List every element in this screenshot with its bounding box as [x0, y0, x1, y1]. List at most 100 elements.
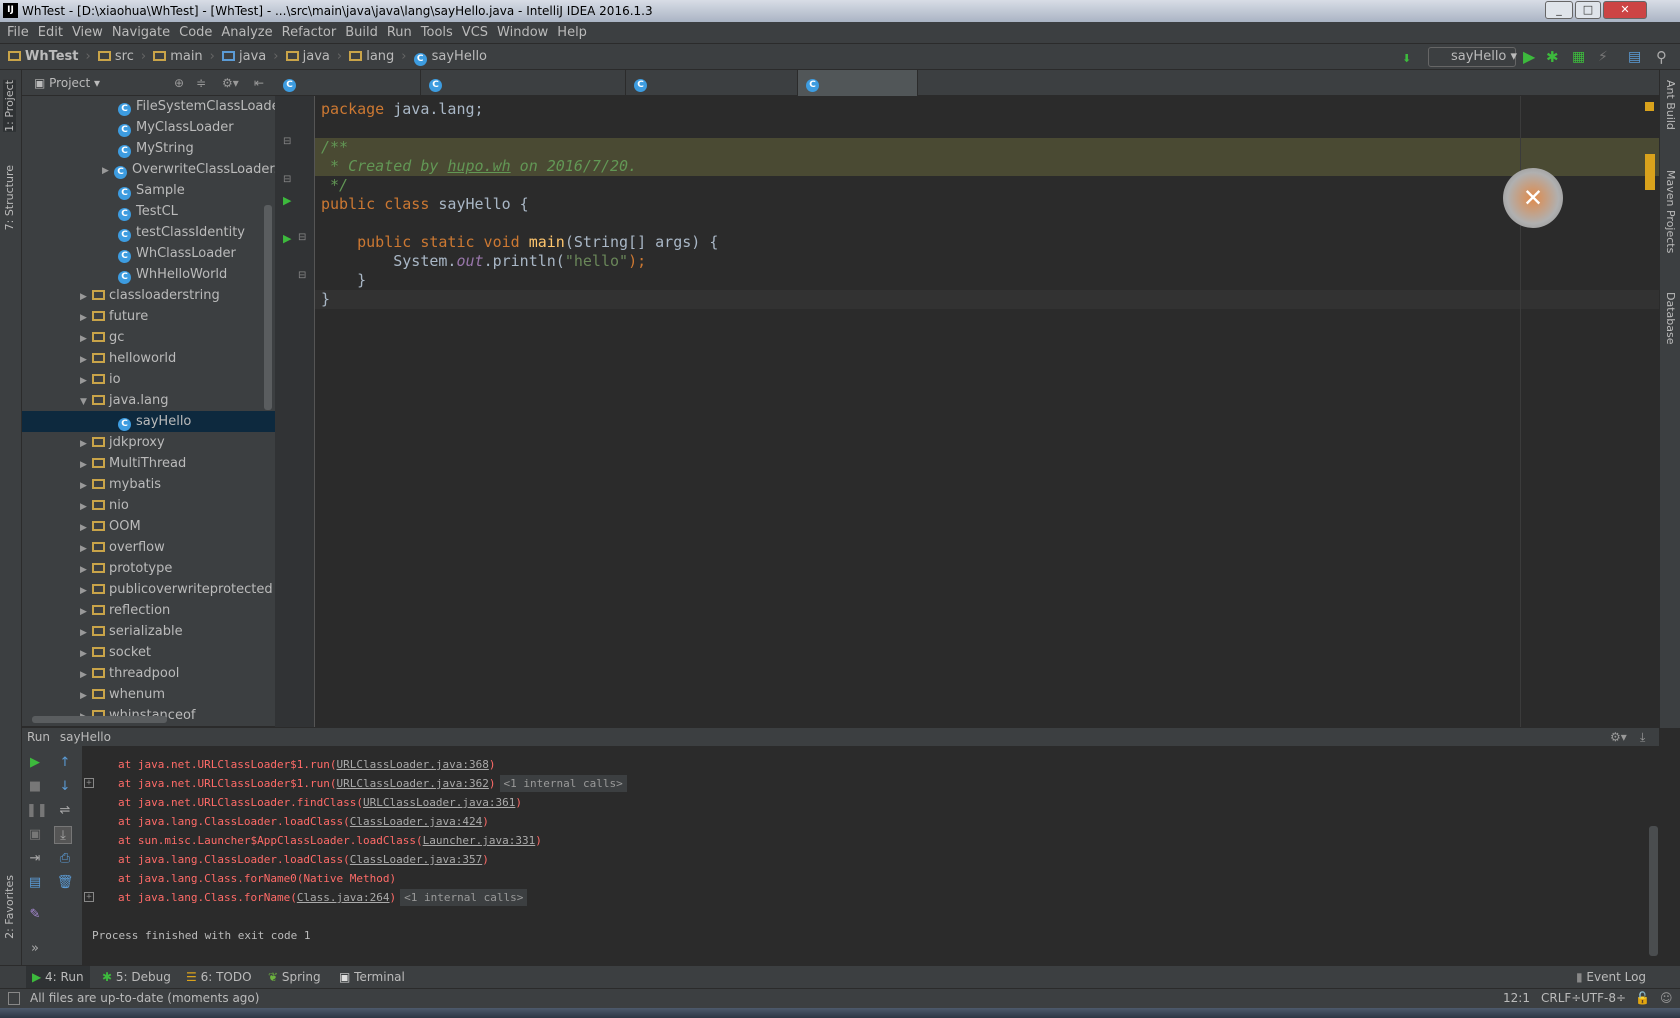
collapsed-arrow-icon[interactable]: ▶ — [80, 371, 92, 392]
hide-panel-icon[interactable]: ⤓ — [1640, 728, 1645, 747]
crumb-main[interactable]: main — [153, 44, 203, 70]
debug-icon[interactable]: ✱ — [1546, 44, 1559, 70]
internal-calls-fold[interactable]: <1 internal calls> — [499, 775, 627, 792]
inspection-status-icon[interactable] — [1645, 102, 1654, 111]
tree-item[interactable]: C TestCL — [22, 201, 275, 222]
run-console[interactable]: at java.net.URLClassLoader$1.run(URLClas… — [82, 746, 1648, 965]
tree-item[interactable]: ▶ io — [22, 369, 275, 390]
scroll-to-end-icon[interactable]: ⤓ — [54, 826, 72, 844]
crumb-lang[interactable]: lang — [349, 44, 394, 70]
tree-item[interactable]: C WhClassLoader — [22, 243, 275, 264]
collapsed-arrow-icon[interactable]: ▶ — [80, 602, 92, 623]
editor-tab[interactable]: CClassLoaderTest.java✕ — [626, 70, 798, 116]
collapsed-arrow-icon[interactable]: ▶ — [80, 476, 92, 497]
tree-scrollbar[interactable] — [264, 205, 272, 410]
collapsed-arrow-icon[interactable]: ▶ — [80, 287, 92, 308]
inspector-icon[interactable]: ☺ — [1660, 989, 1673, 1008]
project-structure-icon[interactable]: ▤ — [1628, 44, 1641, 70]
source-link[interactable]: URLClassLoader.java:362 — [337, 777, 489, 790]
tree-item[interactable]: ▶ gc — [22, 327, 275, 348]
collapsed-arrow-icon[interactable]: ▶ — [80, 518, 92, 539]
event-log-tool-tab[interactable]: ▮ Event Log — [1570, 966, 1652, 988]
source-link[interactable]: ClassLoader.java:424 — [350, 815, 482, 828]
source-link[interactable]: ClassLoader.java:357 — [350, 853, 482, 866]
stop-icon[interactable]: ■ — [26, 778, 44, 796]
tree-item[interactable]: C Sample — [22, 180, 275, 201]
editor-tab[interactable]: CClassLoader.java✕ — [275, 70, 421, 116]
hide-panel-icon[interactable]: ⇤ — [254, 70, 264, 96]
dump-threads-icon[interactable]: ▣ — [26, 826, 44, 844]
tree-item[interactable]: ▶ mybatis — [22, 474, 275, 495]
tree-item[interactable]: ▶C OverwriteClassLoader.java — [22, 159, 275, 180]
tree-item[interactable]: C FileSystemClassLoader — [22, 96, 275, 117]
project-view-dropdown[interactable]: ▣ Project ▾ — [34, 76, 100, 90]
expand-internal-calls-icon[interactable]: + — [84, 892, 94, 902]
crumb-project[interactable]: WhTest — [8, 44, 79, 70]
code-editor[interactable]: package java.lang; /** * Created by hupo… — [315, 96, 1659, 727]
lock-icon[interactable]: 🔓 — [1635, 989, 1650, 1008]
collapsed-arrow-icon[interactable]: ▶ — [102, 161, 114, 182]
menu-file[interactable]: File — [7, 25, 29, 40]
expand-internal-calls-icon[interactable]: + — [84, 778, 94, 788]
tree-item[interactable]: ▶ socket — [22, 642, 275, 663]
exit-icon[interactable]: ⇥ — [26, 850, 44, 868]
debug-tool-tab[interactable]: ✱ 5: Debug — [96, 966, 177, 988]
collapsed-arrow-icon[interactable]: ▶ — [80, 665, 92, 686]
down-stack-icon[interactable]: ↓ — [56, 778, 74, 796]
settings-gear-icon[interactable]: ⚙▾ — [1610, 728, 1627, 747]
favorites-tool-button[interactable]: 2: Favorites — [3, 875, 16, 939]
scroll-from-source-icon[interactable]: ⊕ — [174, 70, 184, 96]
more-icon[interactable]: » — [26, 940, 44, 958]
clear-all-icon[interactable]: 🗑 — [56, 874, 74, 892]
menu-view[interactable]: View — [72, 25, 103, 40]
coverage-icon[interactable]: ▦ — [1572, 44, 1585, 70]
tree-item[interactable]: ▶ whenum — [22, 684, 275, 705]
collapse-all-icon[interactable]: ≑ — [196, 70, 206, 96]
project-tool-button[interactable]: 1: Project — [3, 80, 16, 132]
run-icon[interactable]: ▶ — [1523, 44, 1535, 70]
run-tool-tab[interactable]: ▶ 4: Run — [26, 966, 90, 988]
pin-icon[interactable]: ✎ — [26, 906, 44, 924]
tree-item[interactable]: ▶ OOM — [22, 516, 275, 537]
tree-item[interactable]: ▶ future — [22, 306, 275, 327]
tree-item[interactable]: ▶ threadpool — [22, 663, 275, 684]
tree-item[interactable]: CtestClassIdentity — [22, 222, 275, 243]
close-button[interactable]: ✕ — [1603, 1, 1647, 19]
menu-analyze[interactable]: Analyze — [221, 25, 272, 40]
source-link[interactable]: Class.java:264 — [297, 891, 390, 904]
menu-run[interactable]: Run — [387, 25, 412, 40]
collapsed-arrow-icon[interactable]: ▶ — [80, 644, 92, 665]
collapsed-arrow-icon[interactable]: ▶ — [80, 581, 92, 602]
scroll-marker[interactable] — [1645, 154, 1655, 190]
menu-window[interactable]: Window — [497, 25, 548, 40]
collapsed-arrow-icon[interactable]: ▶ — [80, 350, 92, 371]
tree-item[interactable]: ▶ overflow — [22, 537, 275, 558]
run-config-tab[interactable]: sayHello — [60, 730, 111, 744]
tree-item[interactable]: C MyClassLoader — [22, 117, 275, 138]
source-link[interactable]: URLClassLoader.java:361 — [363, 796, 515, 809]
maximize-button[interactable]: □ — [1575, 1, 1601, 19]
collapsed-arrow-icon[interactable]: ▶ — [80, 455, 92, 476]
tree-item[interactable]: ▶ reflection — [22, 600, 275, 621]
tree-item[interactable]: ▶ classloaderstring — [22, 285, 275, 306]
crumb-java[interactable]: java — [285, 44, 330, 70]
settings-gear-icon[interactable]: ⚙▾ — [222, 70, 239, 96]
crumb-java-src[interactable]: java — [222, 44, 266, 70]
tree-item[interactable]: ▶ prototype — [22, 558, 275, 579]
attach-icon[interactable]: ⚡ — [1598, 44, 1608, 70]
console-scrollbar[interactable] — [1648, 746, 1659, 965]
source-link[interactable]: Launcher.java:331 — [423, 834, 536, 847]
menu-edit[interactable]: Edit — [38, 25, 63, 40]
tree-item[interactable]: C WhHelloWorld — [22, 264, 275, 285]
menu-vcs[interactable]: VCS — [462, 25, 488, 40]
layout-icon[interactable]: ▤ — [26, 874, 44, 892]
menu-navigate[interactable]: Navigate — [112, 25, 170, 40]
collapsed-arrow-icon[interactable]: ▶ — [80, 623, 92, 644]
collapsed-arrow-icon[interactable]: ▶ — [80, 686, 92, 707]
database-tool-button[interactable]: Database — [1664, 292, 1677, 345]
soft-wrap-icon[interactable]: ⇌ — [56, 802, 74, 820]
tree-item[interactable]: ▼ java.lang — [22, 390, 275, 411]
file-encoding[interactable]: UTF-8÷ — [1581, 989, 1626, 1008]
tree-item[interactable]: C MyString — [22, 138, 275, 159]
collapsed-arrow-icon[interactable]: ▶ — [80, 329, 92, 350]
